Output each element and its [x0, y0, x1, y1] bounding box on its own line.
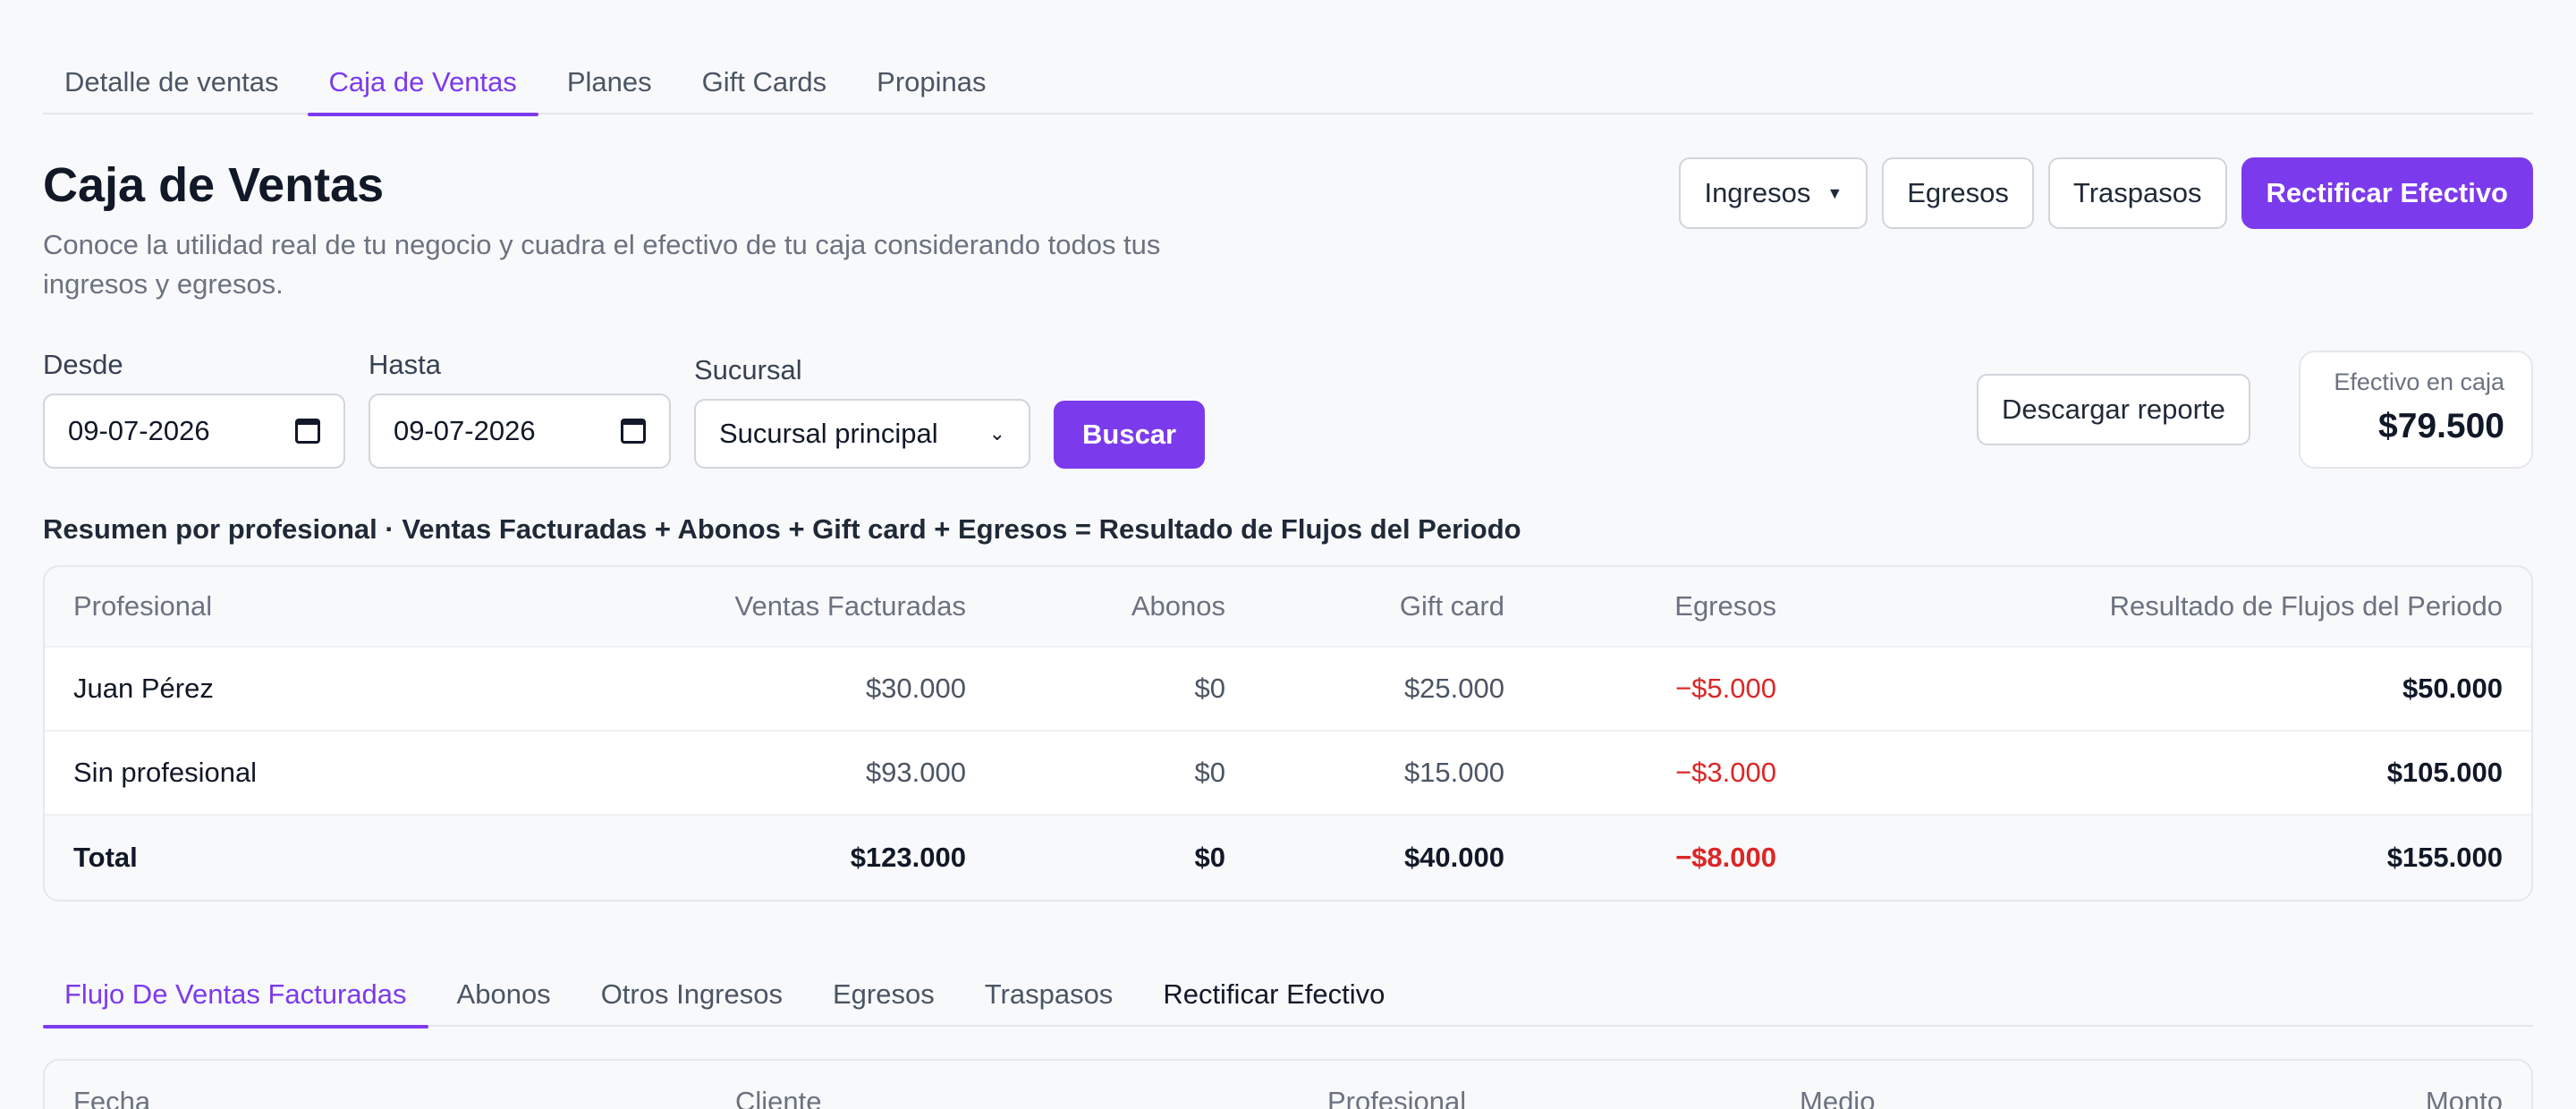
total-egresos: −$8.000	[1675, 842, 1776, 873]
traspasos-button[interactable]: Traspasos	[2047, 157, 2227, 229]
sucursal-label: Sucursal	[694, 354, 802, 385]
cell-profesional: Juan Pérez	[73, 673, 214, 704]
chevron-down-icon: ⌄	[988, 422, 1005, 444]
header-ventas-facturadas: Ventas Facturadas	[734, 590, 967, 622]
total-abonos: $0	[1194, 842, 1225, 873]
flow-tabs: Flujo De Ventas Facturadas Abonos Otros …	[43, 962, 2533, 1029]
header-profesional: Profesional	[73, 590, 213, 622]
flow-header-fecha: Fecha	[73, 1086, 151, 1109]
hasta-value: 09-07-2026	[394, 415, 536, 446]
summary-title: Resumen por profesional · Ventas Factura…	[43, 513, 1521, 545]
flow-table-header: Fecha Cliente Profesional Medio Monto	[43, 1059, 2533, 1109]
ingresos-label: Ingresos	[1704, 177, 1811, 208]
rectificar-efectivo-button[interactable]: Rectificar Efectivo	[2241, 157, 2533, 229]
tab-caja-de-ventas[interactable]: Caja de Ventas	[307, 50, 539, 116]
caret-down-icon: ▼	[1826, 183, 1843, 202]
desde-label: Desde	[43, 349, 123, 380]
cell-egresos: −$3.000	[1675, 757, 1776, 788]
sucursal-value: Sucursal principal	[719, 418, 938, 449]
tab-otros-ingresos[interactable]: Otros Ingresos	[580, 962, 804, 1027]
tab-traspasos[interactable]: Traspasos	[963, 962, 1135, 1027]
header-gift-card: Gift card	[1399, 590, 1504, 622]
buscar-button[interactable]: Buscar	[1054, 401, 1206, 469]
sucursal-select[interactable]: Sucursal principal ⌄	[694, 399, 1030, 469]
top-tabs: Detalle de ventas Caja de Ventas Planes …	[43, 50, 2533, 116]
table-header-row: Profesional Ventas Facturadas Abonos Gif…	[45, 567, 2531, 648]
total-label: Total	[73, 842, 138, 873]
tab-planes[interactable]: Planes	[546, 50, 674, 114]
egresos-button[interactable]: Egresos	[1882, 157, 2034, 229]
cell-egresos: −$5.000	[1675, 673, 1776, 704]
flow-header-profesional: Profesional	[1327, 1086, 1467, 1109]
filters: Desde 09-07-2026 Hasta 09-07-2026 Sucurs…	[43, 349, 1206, 469]
hasta-date-input[interactable]: 09-07-2026	[369, 394, 671, 469]
cell-gift-card: $25.000	[1403, 673, 1504, 704]
cash-value: $79.500	[2378, 407, 2504, 445]
cell-gift-card: $15.000	[1403, 757, 1504, 788]
tab-abonos[interactable]: Abonos	[436, 962, 572, 1027]
cell-resultado: $50.000	[2402, 673, 2503, 704]
total-resultado: $155.000	[2386, 842, 2503, 873]
tab-flujo-ventas-facturadas[interactable]: Flujo De Ventas Facturadas	[43, 962, 428, 1029]
page: Detalle de ventas Caja de Ventas Planes …	[43, 0, 2533, 1109]
efectivo-en-caja-card: Efectivo en caja $79.500	[2299, 351, 2533, 469]
hasta-label: Hasta	[369, 349, 441, 380]
page-title: Caja de Ventas	[43, 158, 385, 212]
tab-egresos[interactable]: Egresos	[811, 962, 956, 1027]
cell-ventas: $93.000	[865, 757, 966, 788]
calendar-icon[interactable]	[621, 419, 646, 444]
header-abonos: Abonos	[1131, 590, 1225, 622]
table-row: Juan Pérez $30.000 $0 $25.000 −$5.000 $5…	[45, 648, 2531, 732]
cell-ventas: $30.000	[865, 673, 966, 704]
header-resultado: Resultado de Flujos del Periodo	[2109, 590, 2503, 622]
tab-detalle-de-ventas[interactable]: Detalle de ventas	[43, 50, 301, 114]
cell-resultado: $105.000	[2386, 757, 2503, 788]
cell-profesional: Sin profesional	[73, 757, 258, 788]
calendar-icon[interactable]	[295, 419, 320, 444]
table-row: Sin profesional $93.000 $0 $15.000 −$3.0…	[45, 732, 2531, 816]
ingresos-dropdown-button[interactable]: Ingresos ▼	[1679, 157, 1868, 229]
flow-header-medio: Medio	[1800, 1086, 1876, 1109]
desde-value: 09-07-2026	[68, 415, 210, 446]
page-subtitle: Conoce la utilidad real de tu negocio y …	[43, 229, 1161, 300]
flow-header-cliente: Cliente	[735, 1086, 822, 1109]
hasta-field: Hasta 09-07-2026	[369, 349, 671, 469]
sucursal-field: Sucursal Sucursal principal ⌄	[694, 354, 1030, 469]
table-total-row: Total $123.000 $0 $40.000 −$8.000 $155.0…	[45, 816, 2531, 900]
total-gift-card: $40.000	[1403, 842, 1504, 873]
desde-date-input[interactable]: 09-07-2026	[43, 394, 345, 469]
cell-abonos: $0	[1194, 757, 1225, 788]
header-actions: Ingresos ▼ Egresos Traspasos Rectificar …	[1679, 157, 2533, 229]
total-ventas: $123.000	[850, 842, 966, 873]
cell-abonos: $0	[1194, 673, 1225, 704]
tab-gift-cards[interactable]: Gift Cards	[681, 50, 849, 114]
cash-label: Efectivo en caja	[2334, 368, 2504, 395]
summary-table: Profesional Ventas Facturadas Abonos Gif…	[43, 565, 2533, 902]
tab-rectificar-efectivo[interactable]: Rectificar Efectivo	[1141, 962, 1406, 1027]
tab-propinas[interactable]: Propinas	[855, 50, 1007, 114]
header-egresos: Egresos	[1674, 590, 1776, 622]
descargar-reporte-button[interactable]: Descargar reporte	[1977, 374, 2250, 445]
desde-field: Desde 09-07-2026	[43, 349, 345, 469]
flow-header-monto: Monto	[2425, 1086, 2503, 1109]
